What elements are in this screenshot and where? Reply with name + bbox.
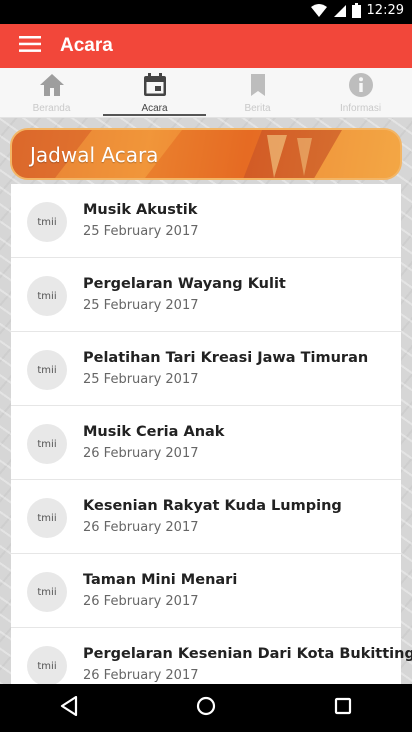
list-item[interactable]: tmii Pergelaran Wayang Kulit 25 February… (11, 258, 401, 332)
event-date: 26 February 2017 (83, 668, 199, 683)
event-name: Pergelaran Kesenian Dari Kota Bukittingg… (83, 646, 412, 662)
list-item[interactable]: tmii Pergelaran Kesenian Dari Kota Bukit… (11, 628, 412, 684)
event-name: Musik Ceria Anak (83, 424, 225, 440)
event-name: Pergelaran Wayang Kulit (83, 276, 286, 292)
app-bar: Acara (0, 24, 412, 68)
event-date: 25 February 2017 (83, 224, 199, 239)
event-date: 26 February 2017 (83, 446, 199, 461)
event-logo: tmii (27, 646, 67, 684)
tab-bar: Beranda Acara Berita Informasi (0, 68, 412, 118)
list-item[interactable]: tmii Kesenian Rakyat Kuda Lumping 26 Feb… (11, 480, 401, 554)
event-logo: tmii (27, 202, 67, 242)
home-circle-icon (196, 696, 216, 720)
event-date: 26 February 2017 (83, 520, 199, 535)
signal-icon (333, 4, 346, 18)
page-title: Acara (60, 35, 113, 56)
banner-title: Jadwal Acara (30, 143, 159, 167)
list-item[interactable]: tmii Musik Ceria Anak 26 February 2017 (11, 406, 401, 480)
info-icon (348, 72, 374, 102)
tab-informasi[interactable]: Informasi (309, 68, 412, 117)
home-icon (39, 72, 65, 102)
list-item[interactable]: tmii Taman Mini Menari 26 February 2017 (11, 554, 401, 628)
list-item[interactable]: tmii Musik Akustik 25 February 2017 (11, 184, 401, 258)
menu-button[interactable] (0, 24, 60, 68)
event-logo: tmii (27, 498, 67, 538)
event-date: 25 February 2017 (83, 372, 199, 387)
event-date: 26 February 2017 (83, 594, 199, 609)
back-icon (60, 695, 78, 720)
event-logo: tmii (27, 572, 67, 612)
event-date: 25 February 2017 (83, 298, 199, 313)
event-name: Pelatihan Tari Kreasi Jawa Timuran (83, 350, 369, 366)
tab-acara[interactable]: Acara (103, 68, 206, 117)
bookmark-icon (245, 72, 271, 102)
tab-label: Berita (244, 103, 271, 114)
tab-label: Acara (141, 103, 168, 114)
battery-icon (351, 3, 361, 18)
event-logo: tmii (27, 276, 67, 316)
event-logo: tmii (27, 424, 67, 464)
schedule-banner: Jadwal Acara (10, 128, 402, 180)
calendar-icon (142, 72, 168, 102)
back-button[interactable] (39, 684, 99, 732)
tab-label: Beranda (32, 103, 71, 114)
tab-berita[interactable]: Berita (206, 68, 309, 117)
system-nav-bar (0, 684, 412, 732)
home-button[interactable] (176, 684, 236, 732)
status-time: 12:29 (366, 3, 404, 18)
event-name: Taman Mini Menari (83, 572, 238, 588)
content-area[interactable]: Jadwal Acara tmii Musik Akustik 25 Febru… (0, 118, 412, 684)
wifi-icon (310, 3, 327, 18)
status-bar: 12:29 (0, 0, 412, 24)
event-name: Musik Akustik (83, 202, 198, 218)
hamburger-icon (19, 36, 41, 56)
list-item[interactable]: tmii Pelatihan Tari Kreasi Jawa Timuran … (11, 332, 401, 406)
recents-icon (334, 697, 352, 719)
recents-button[interactable] (313, 684, 373, 732)
tab-beranda[interactable]: Beranda (0, 68, 103, 117)
event-list: tmii Musik Akustik 25 February 2017 tmii… (11, 184, 412, 684)
event-logo: tmii (27, 350, 67, 390)
tab-label: Informasi (339, 103, 382, 114)
event-name: Kesenian Rakyat Kuda Lumping (83, 498, 342, 514)
